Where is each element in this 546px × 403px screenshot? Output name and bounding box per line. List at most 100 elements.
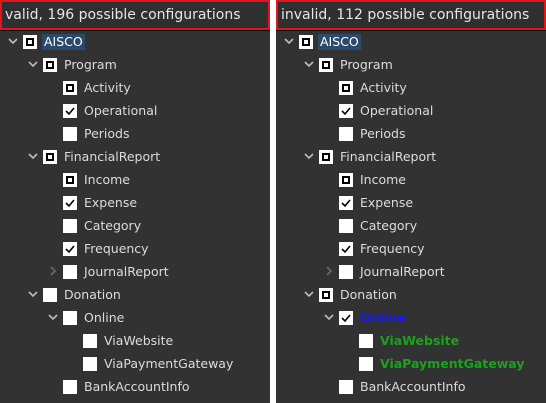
tree-node-activity[interactable]: Activity bbox=[276, 77, 546, 100]
node-checkbox[interactable] bbox=[63, 173, 77, 187]
tree-node-aisco[interactable]: AISCO bbox=[0, 31, 270, 54]
node-checkbox[interactable] bbox=[63, 196, 77, 210]
tree-node-donation[interactable]: Donation bbox=[0, 284, 270, 307]
node-label: AISCO bbox=[42, 34, 85, 50]
node-label: Periods bbox=[360, 126, 406, 141]
feature-tree[interactable]: AISCO Program Activity Operational Periods Fi… bbox=[0, 31, 270, 403]
node-label: Operational bbox=[84, 103, 158, 118]
node-checkbox[interactable] bbox=[83, 357, 97, 371]
tree-node-operational[interactable]: Operational bbox=[276, 100, 546, 123]
node-checkbox[interactable] bbox=[319, 150, 333, 164]
node-label: ViaWebsite bbox=[380, 333, 460, 348]
chevron-down-icon[interactable] bbox=[25, 56, 41, 72]
tree-node-category[interactable]: Category bbox=[0, 215, 270, 238]
tree-node-income[interactable]: Income bbox=[276, 169, 546, 192]
tree-node-viawebsite[interactable]: ViaWebsite bbox=[0, 330, 270, 353]
tree-node-activity[interactable]: Activity bbox=[0, 77, 270, 100]
node-label: Donation bbox=[64, 287, 121, 302]
node-label: Category bbox=[360, 218, 418, 233]
node-checkbox[interactable] bbox=[63, 311, 77, 325]
node-label: Program bbox=[340, 57, 393, 72]
tree-node-program[interactable]: Program bbox=[276, 54, 546, 77]
tree-node-financialreport[interactable]: FinancialReport bbox=[0, 146, 270, 169]
node-checkbox[interactable] bbox=[63, 104, 77, 118]
node-label: Expense bbox=[84, 195, 138, 210]
tree-node-income[interactable]: Income bbox=[0, 169, 270, 192]
tree-node-periods[interactable]: Periods bbox=[276, 123, 546, 146]
node-checkbox[interactable] bbox=[319, 288, 333, 302]
node-checkbox[interactable] bbox=[63, 127, 77, 141]
node-checkbox[interactable] bbox=[339, 242, 353, 256]
node-checkbox[interactable] bbox=[339, 196, 353, 210]
chevron-down-icon[interactable] bbox=[281, 33, 297, 49]
tree-node-viawebsite[interactable]: ViaWebsite bbox=[276, 330, 546, 353]
chevron-down-icon[interactable] bbox=[45, 309, 61, 325]
node-checkbox[interactable] bbox=[339, 104, 353, 118]
tree-node-category[interactable]: Category bbox=[276, 215, 546, 238]
node-label: Income bbox=[360, 172, 406, 187]
tree-node-online[interactable]: Online bbox=[276, 307, 546, 330]
tree-node-viapaymentgateway[interactable]: ViaPaymentGateway bbox=[276, 353, 546, 376]
node-checkbox[interactable] bbox=[43, 288, 57, 302]
node-checkbox[interactable] bbox=[63, 380, 77, 394]
node-label: FinancialReport bbox=[64, 149, 161, 164]
node-label: Online bbox=[360, 310, 406, 325]
tree-node-donation[interactable]: Donation bbox=[276, 284, 546, 307]
tree-node-frequency[interactable]: Frequency bbox=[0, 238, 270, 261]
node-label: BankAccountInfo bbox=[84, 379, 190, 394]
chevron-right-icon[interactable] bbox=[321, 263, 337, 279]
node-checkbox[interactable] bbox=[43, 58, 57, 72]
node-checkbox[interactable] bbox=[359, 357, 373, 371]
node-label: AISCO bbox=[318, 34, 361, 50]
node-checkbox[interactable] bbox=[63, 219, 77, 233]
node-checkbox[interactable] bbox=[339, 265, 353, 279]
tree-node-viapaymentgateway[interactable]: ViaPaymentGateway bbox=[0, 353, 270, 376]
chevron-down-icon[interactable] bbox=[301, 56, 317, 72]
node-label: JournalReport bbox=[84, 264, 169, 279]
node-checkbox[interactable] bbox=[319, 58, 333, 72]
tree-node-operational[interactable]: Operational bbox=[0, 100, 270, 123]
node-checkbox[interactable] bbox=[339, 173, 353, 187]
chevron-right-icon[interactable] bbox=[45, 263, 61, 279]
node-checkbox[interactable] bbox=[339, 81, 353, 95]
valid-config-panel: valid, 196 possible configurations AISCO… bbox=[0, 0, 270, 403]
node-label: Activity bbox=[360, 80, 407, 95]
chevron-down-icon[interactable] bbox=[301, 286, 317, 302]
node-checkbox[interactable] bbox=[339, 311, 353, 325]
tree-node-frequency[interactable]: Frequency bbox=[276, 238, 546, 261]
chevron-down-icon[interactable] bbox=[25, 148, 41, 164]
chevron-down-icon[interactable] bbox=[301, 148, 317, 164]
node-label: FinancialReport bbox=[340, 149, 437, 164]
node-checkbox[interactable] bbox=[63, 81, 77, 95]
chevron-down-icon[interactable] bbox=[25, 286, 41, 302]
node-checkbox[interactable] bbox=[63, 242, 77, 256]
tree-node-online[interactable]: Online bbox=[0, 307, 270, 330]
chevron-down-icon[interactable] bbox=[5, 33, 21, 49]
node-label: Category bbox=[84, 218, 142, 233]
feature-tree[interactable]: AISCO Program Activity Operational Periods Fi… bbox=[276, 31, 546, 403]
tree-node-bankaccountinfo[interactable]: BankAccountInfo bbox=[276, 376, 546, 399]
tree-node-journalreport[interactable]: JournalReport bbox=[276, 261, 546, 284]
node-label: Activity bbox=[84, 80, 131, 95]
node-checkbox[interactable] bbox=[43, 150, 57, 164]
tree-node-program[interactable]: Program bbox=[0, 54, 270, 77]
node-label: Periods bbox=[84, 126, 130, 141]
tree-node-journalreport[interactable]: JournalReport bbox=[0, 261, 270, 284]
tree-node-expense[interactable]: Expense bbox=[276, 192, 546, 215]
tree-node-expense[interactable]: Expense bbox=[0, 192, 270, 215]
tree-node-periods[interactable]: Periods bbox=[0, 123, 270, 146]
node-checkbox[interactable] bbox=[339, 380, 353, 394]
tree-node-bankaccountinfo[interactable]: BankAccountInfo bbox=[0, 376, 270, 399]
tree-node-aisco[interactable]: AISCO bbox=[276, 31, 546, 54]
node-label: ViaWebsite bbox=[104, 333, 174, 348]
node-checkbox[interactable] bbox=[83, 334, 97, 348]
node-checkbox[interactable] bbox=[339, 127, 353, 141]
tree-node-financialreport[interactable]: FinancialReport bbox=[276, 146, 546, 169]
node-checkbox[interactable] bbox=[63, 265, 77, 279]
node-label: Expense bbox=[360, 195, 414, 210]
node-checkbox[interactable] bbox=[23, 35, 37, 49]
node-checkbox[interactable] bbox=[299, 35, 313, 49]
chevron-down-icon[interactable] bbox=[321, 309, 337, 325]
node-checkbox[interactable] bbox=[339, 219, 353, 233]
node-checkbox[interactable] bbox=[359, 334, 373, 348]
